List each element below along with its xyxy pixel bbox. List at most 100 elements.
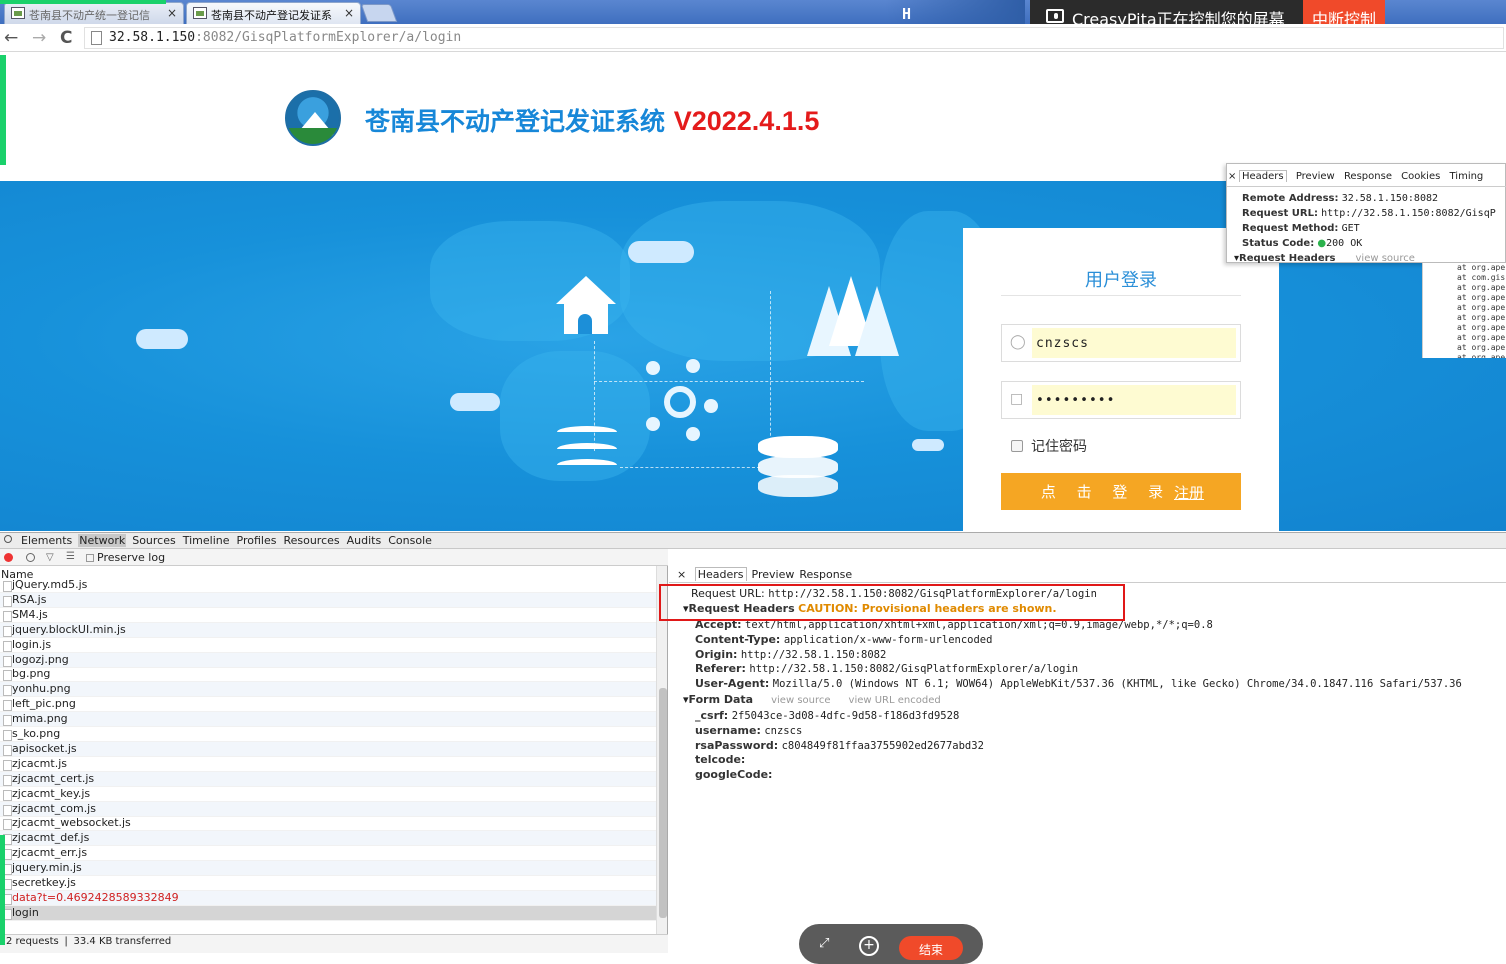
- record-icon[interactable]: [4, 553, 13, 562]
- url-path: :8082/GisqPlatformExplorer/a/login: [195, 30, 462, 45]
- network-row[interactable]: zjcacmt_cert.js: [0, 771, 656, 787]
- network-row[interactable]: zjcacmt.js: [0, 757, 656, 772]
- tab-cookies[interactable]: Cookies: [1401, 171, 1440, 182]
- network-row[interactable]: jquery.min.js: [0, 861, 656, 877]
- network-row[interactable]: s_ko.png: [0, 727, 656, 742]
- url-host: 32.58.1.150: [109, 30, 196, 45]
- network-row[interactable]: data?t=0.4692428589332849: [0, 890, 656, 906]
- form-field-key: rsaPassword:: [695, 738, 779, 752]
- remote-controller: ⤢ + 结束: [799, 924, 983, 964]
- trees-icon: [805, 276, 901, 361]
- tab-close-icon[interactable]: ×: [167, 6, 177, 20]
- inspect-icon[interactable]: [4, 535, 12, 543]
- stack-line: at org.ape: [1457, 313, 1506, 322]
- tab-response[interactable]: Response: [799, 568, 852, 581]
- new-tab-button[interactable]: [360, 4, 398, 22]
- forward-icon[interactable]: →: [32, 28, 46, 48]
- tab-headers[interactable]: Headers: [1239, 170, 1287, 182]
- tab-profiles[interactable]: Profiles: [236, 534, 278, 547]
- header-key: User-Agent:: [695, 677, 770, 691]
- close-icon[interactable]: ×: [1228, 171, 1236, 182]
- stack-trace-panel: at org.ape at com.gis at org.ape at org.ape…: [1422, 263, 1506, 358]
- network-request-list: Name jQuery.md5.js RSA.js SM4.js jquery.blo…: [0, 566, 668, 934]
- tab-preview[interactable]: Preview: [752, 568, 795, 581]
- tab-response[interactable]: Response: [1344, 171, 1392, 182]
- tab-console[interactable]: Console: [387, 534, 433, 547]
- network-row[interactable]: RSA.js: [0, 592, 656, 608]
- site-version: V2022.4.1.5: [673, 106, 820, 136]
- form-field-key: googleCode:: [695, 768, 773, 782]
- view-source-link[interactable]: view source: [771, 695, 830, 706]
- login-heading: 用户登录: [1085, 270, 1157, 291]
- layers-icon: [758, 436, 838, 458]
- expand-icon[interactable]: ⤢: [819, 936, 829, 951]
- view-url-encoded-link[interactable]: view URL encoded: [849, 695, 941, 706]
- request-detail-panel: × Headers Preview Response Request URL: ht…: [669, 566, 1506, 953]
- network-row[interactable]: SM4.js: [0, 608, 656, 623]
- network-row[interactable]: logozj.png: [0, 652, 656, 668]
- tab-audits[interactable]: Audits: [346, 534, 383, 547]
- password-input[interactable]: [1032, 385, 1236, 415]
- network-row[interactable]: jquery.blockUI.min.js: [0, 622, 656, 638]
- browser-tab-1[interactable]: 苍南县不动产统一登记信 ×: [4, 2, 184, 24]
- back-icon[interactable]: ←: [4, 28, 18, 48]
- network-row[interactable]: left_pic.png: [0, 697, 656, 713]
- tab-preview[interactable]: Preview: [1296, 171, 1335, 182]
- network-row[interactable]: zjcacmt_err.js: [0, 846, 656, 862]
- network-row[interactable]: apisocket.js: [0, 741, 656, 757]
- list-view-icon[interactable]: ☰: [66, 551, 75, 562]
- network-row[interactable]: bg.png: [0, 667, 656, 683]
- login-button[interactable]: 点 击 登 录: [1001, 473, 1241, 510]
- tab-headers[interactable]: Headers: [694, 567, 747, 581]
- zoom-in-icon[interactable]: +: [859, 936, 879, 956]
- stack-line: at org.ape: [1457, 333, 1506, 342]
- stack-line: at org.ape: [1457, 263, 1506, 272]
- network-row[interactable]: zjcacmt_def.js: [0, 831, 656, 847]
- network-toolbar: ▽ ☰ Preserve log: [0, 549, 668, 566]
- network-row[interactable]: zjcacmt_key.js: [0, 787, 656, 802]
- network-row[interactable]: jQuery.md5.js: [0, 578, 656, 593]
- header-row: Content-Type: application/x-www-form-url…: [695, 633, 992, 646]
- network-list-scrollbar[interactable]: [656, 566, 667, 934]
- username-input[interactable]: [1032, 328, 1236, 358]
- preserve-log-toggle[interactable]: Preserve log: [86, 551, 165, 564]
- view-source-link[interactable]: view source: [1356, 253, 1415, 264]
- remember-password[interactable]: 记住密码: [1011, 436, 1087, 456]
- page-favicon-icon: [11, 7, 25, 19]
- header-key: Origin:: [695, 647, 738, 661]
- recording-indicator: [0, 55, 6, 165]
- remember-checkbox[interactable]: [1011, 440, 1023, 452]
- tab-close-icon[interactable]: ×: [344, 6, 354, 20]
- network-row[interactable]: zjcacmt_com.js: [0, 801, 656, 817]
- filter-icon[interactable]: ▽: [46, 552, 54, 563]
- preserve-log-checkbox[interactable]: [86, 554, 94, 562]
- tab-network[interactable]: Network: [78, 534, 127, 547]
- close-icon[interactable]: ×: [677, 568, 686, 581]
- register-link[interactable]: 注册: [1174, 482, 1204, 503]
- h-icon[interactable]: H: [902, 5, 918, 23]
- status-dot-icon: ●: [1317, 238, 1327, 249]
- floating-devtools-panel: × Headers Preview Response Cookies Timin…: [1226, 163, 1506, 264]
- water-icon: [557, 426, 617, 438]
- tab-timeline[interactable]: Timeline: [182, 534, 231, 547]
- stack-line: at org.ape: [1457, 283, 1506, 292]
- network-row[interactable]: mima.png: [0, 712, 656, 728]
- network-row[interactable]: zjcacmt_websocket.js: [0, 816, 656, 832]
- tab-elements[interactable]: Elements: [20, 534, 73, 547]
- scrollbar-thumb[interactable]: [659, 688, 667, 918]
- lock-icon: □: [1010, 391, 1024, 407]
- tab-timing[interactable]: Timing: [1450, 171, 1484, 182]
- tab-sources[interactable]: Sources: [131, 534, 177, 547]
- reload-icon[interactable]: C: [60, 28, 72, 48]
- network-status-bar: 2 requests ❘ 33.4 KB transferred: [0, 934, 668, 953]
- network-row[interactable]: secretkey.js: [0, 876, 656, 891]
- address-bar[interactable]: 32.58.1.150:8082/GisqPlatformExplorer/a/…: [84, 27, 1504, 49]
- end-session-button[interactable]: 结束: [899, 936, 963, 960]
- network-row[interactable]: login.js: [0, 638, 656, 653]
- browser-tab-2[interactable]: 苍南县不动产登记发证系 ×: [186, 2, 361, 24]
- tab-resources[interactable]: Resources: [282, 534, 340, 547]
- clear-icon[interactable]: [26, 553, 35, 562]
- page-icon: [91, 31, 102, 45]
- network-row[interactable]: login: [0, 905, 656, 921]
- network-row[interactable]: yonhu.png: [0, 682, 656, 698]
